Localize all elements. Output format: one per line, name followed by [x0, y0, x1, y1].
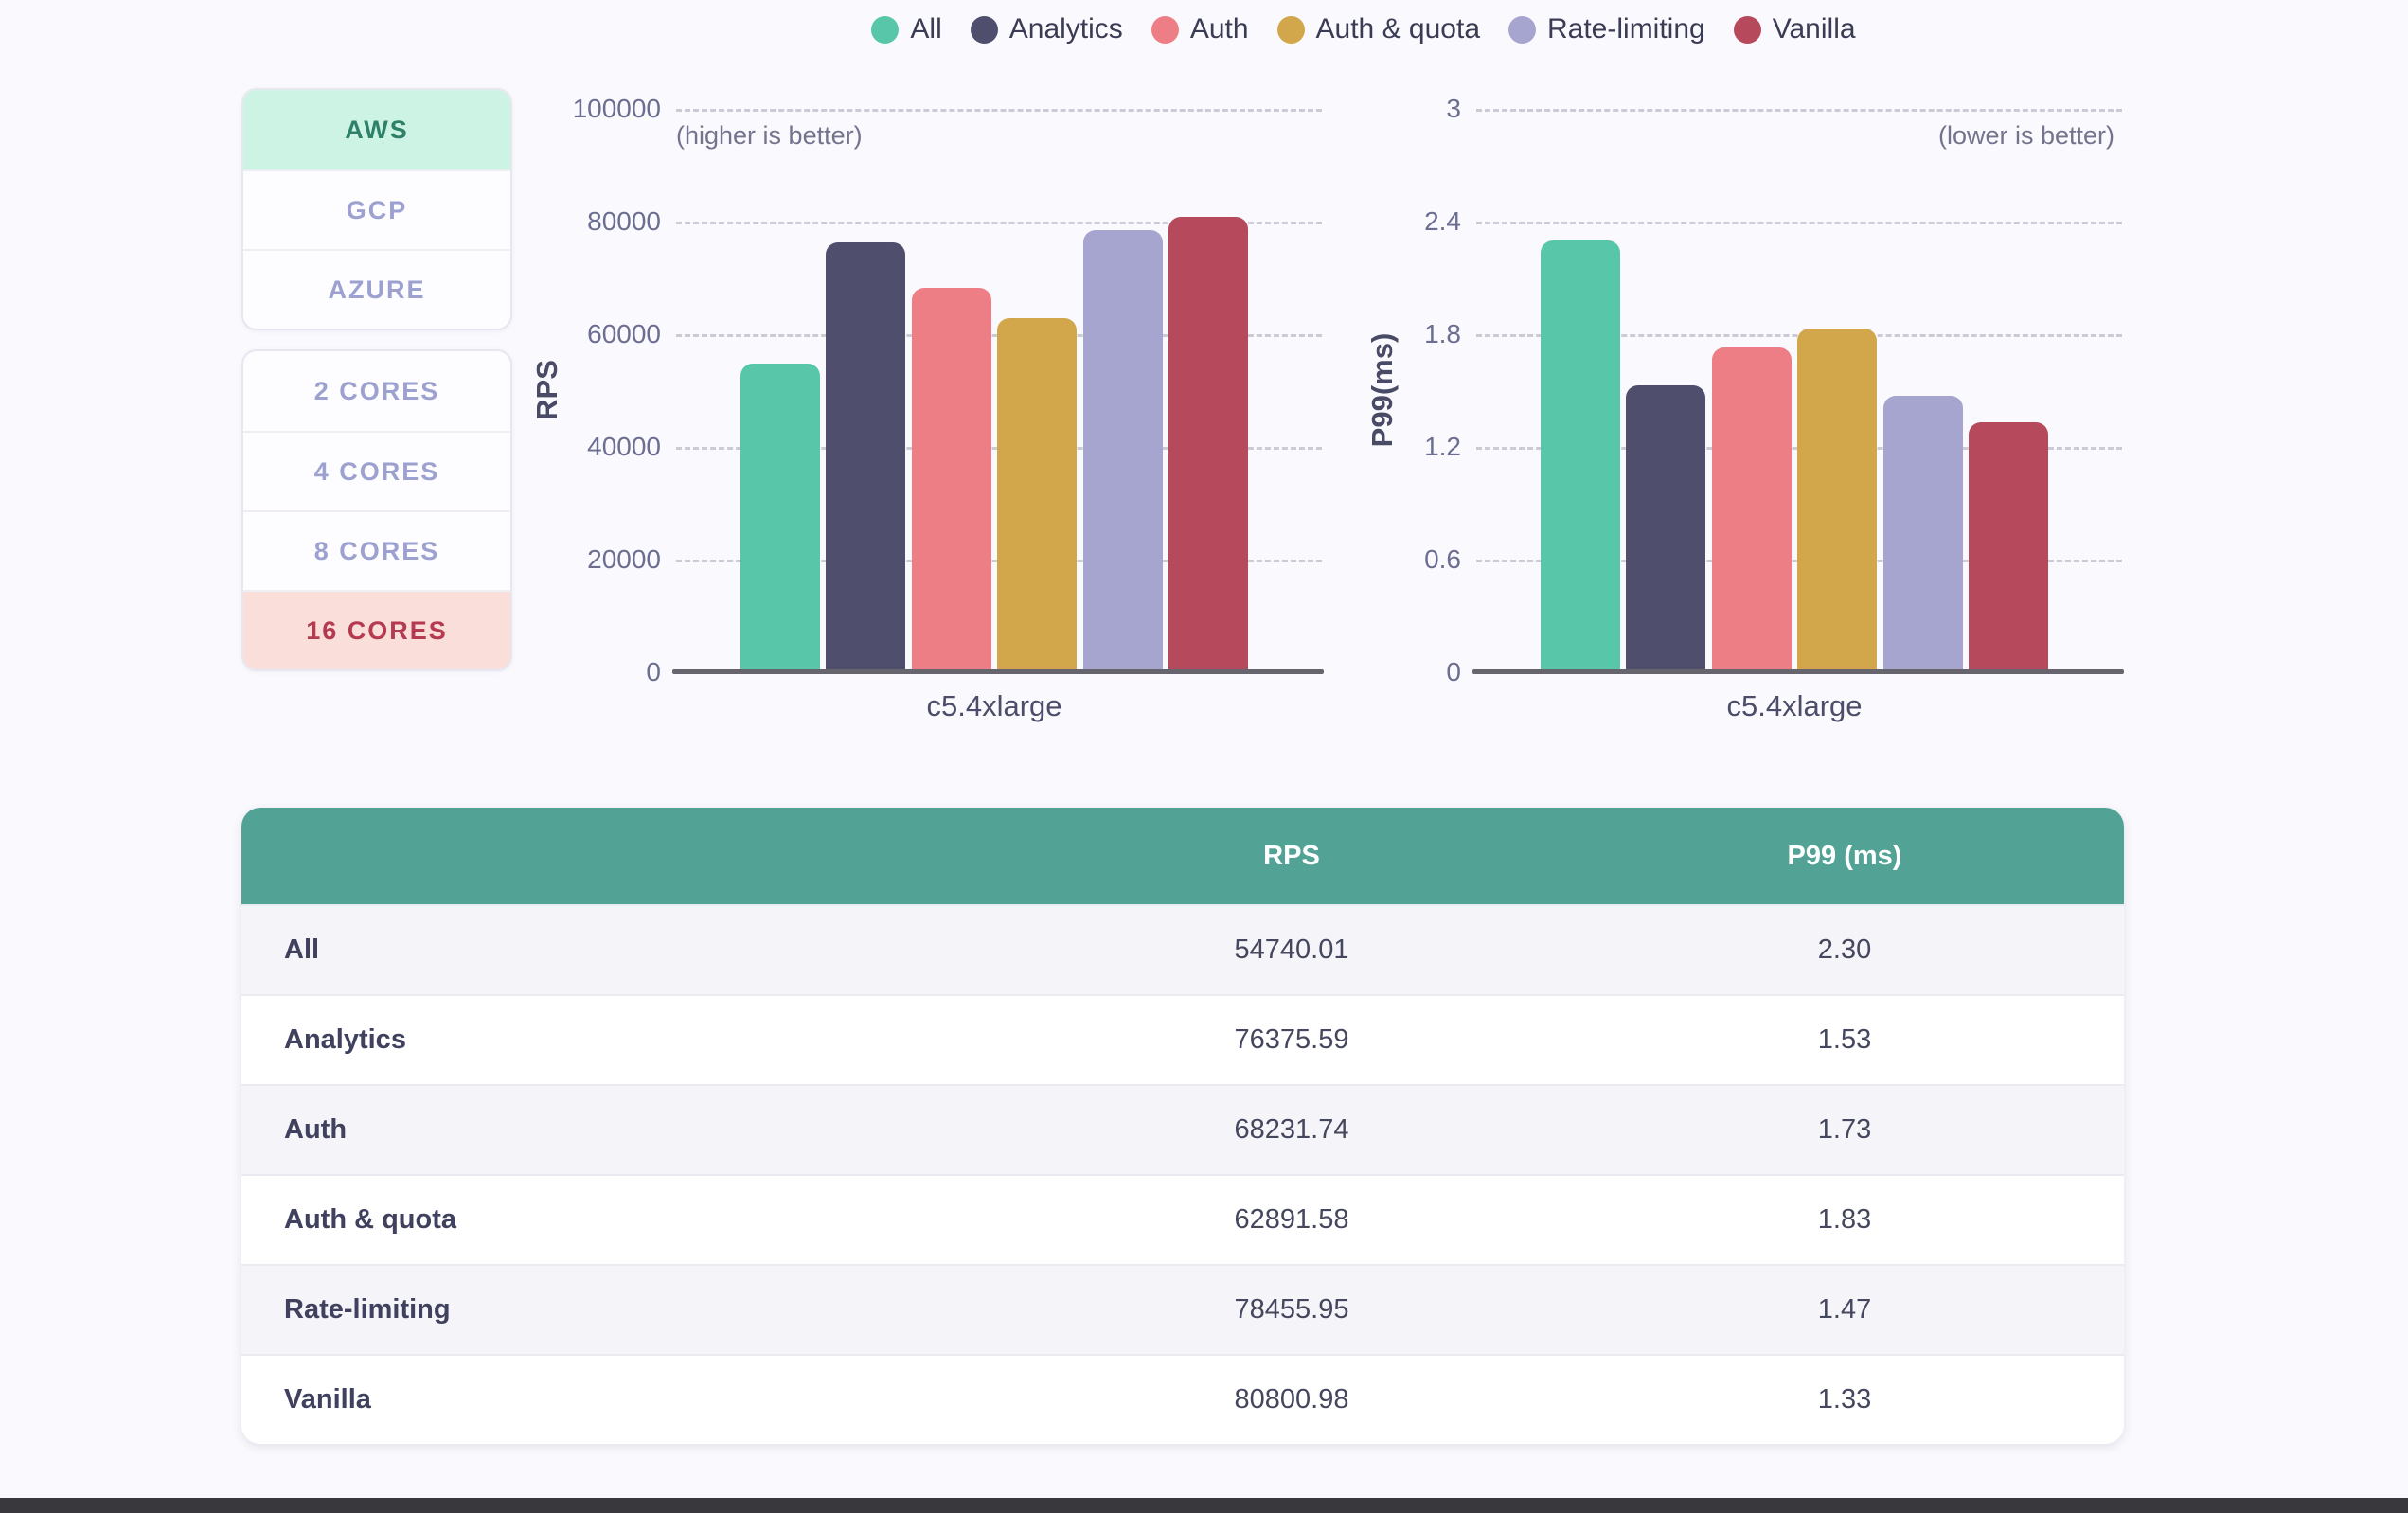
- bar-all: [1541, 240, 1620, 672]
- bottom-bar: [0, 1498, 2408, 1513]
- table-row: Auth & quota62891.581.83: [241, 1174, 2124, 1264]
- row-label: Auth & quota: [241, 1204, 1018, 1236]
- bar-analytics: [826, 242, 905, 672]
- row-label: All: [241, 934, 1018, 966]
- sidebar-group-cores: 2 CORES4 CORES8 CORES16 CORES: [241, 349, 512, 671]
- p99-value: 1.47: [1565, 1294, 2124, 1326]
- bar-analytics: [1626, 385, 1705, 672]
- sidebar-item-gcp[interactable]: GCP: [243, 169, 510, 249]
- y-tick-label: 20000: [530, 543, 661, 577]
- bar-vanilla: [1969, 422, 2048, 672]
- sidebar-item-4-cores[interactable]: 4 CORES: [243, 431, 510, 510]
- y-tick-label: 40000: [530, 430, 661, 464]
- results-table: RPSP99 (ms) All54740.012.30Analytics7637…: [241, 808, 2124, 1444]
- table-header-cell: P99 (ms): [1565, 841, 2124, 872]
- bar-rate-limiting: [1883, 396, 1963, 672]
- y-tick-label: 0.6: [1330, 543, 1461, 577]
- row-label: Vanilla: [241, 1384, 1018, 1415]
- y-tick-label: 60000: [530, 317, 661, 351]
- row-label: Analytics: [241, 1024, 1018, 1056]
- p99-chart: P99(ms) (lower is better) c5.4xlarge 00.…: [1330, 0, 2137, 748]
- rps-value: 68231.74: [1018, 1114, 1565, 1146]
- gridline: [1476, 222, 2122, 224]
- row-label: Rate-limiting: [241, 1294, 1018, 1326]
- y-tick-label: 1.8: [1330, 317, 1461, 351]
- y-axis-title: P99(ms): [1364, 248, 1401, 532]
- sidebar-item-aws[interactable]: AWS: [243, 90, 510, 169]
- bar-all: [740, 364, 820, 672]
- table-header-cell: RPS: [1018, 841, 1565, 872]
- rps-value: 80800.98: [1018, 1384, 1565, 1415]
- sidebar-item-16-cores[interactable]: 16 CORES: [243, 590, 510, 669]
- y-axis-title: RPS: [528, 248, 566, 532]
- x-axis-line: [1472, 669, 2124, 674]
- row-label: Auth: [241, 1114, 1018, 1146]
- plot-area: [674, 109, 1314, 672]
- rps-value: 54740.01: [1018, 934, 1565, 966]
- y-tick-label: 1.2: [1330, 430, 1461, 464]
- rps-value: 62891.58: [1018, 1204, 1565, 1236]
- p99-value: 1.53: [1565, 1024, 2124, 1056]
- bar-rate-limiting: [1083, 230, 1163, 672]
- bar-vanilla: [1168, 217, 1248, 672]
- sidebar-group-provider: AWSGCPAZURE: [241, 88, 512, 330]
- sidebar-item-2-cores[interactable]: 2 CORES: [243, 351, 510, 431]
- gridline: [1476, 109, 2122, 112]
- x-axis-line: [672, 669, 1324, 674]
- p99-value: 1.83: [1565, 1204, 2124, 1236]
- sidebar-item-8-cores[interactable]: 8 CORES: [243, 510, 510, 590]
- y-tick-label: 0: [530, 655, 661, 689]
- table-header-row: RPSP99 (ms): [241, 808, 2124, 904]
- sidebar-item-azure[interactable]: AZURE: [243, 249, 510, 329]
- p99-value: 1.73: [1565, 1114, 2124, 1146]
- table-row: Auth68231.741.73: [241, 1084, 2124, 1174]
- p99-value: 2.30: [1565, 934, 2124, 966]
- bar-auth-quota: [997, 318, 1077, 672]
- x-category-label: c5.4xlarge: [1474, 689, 2114, 723]
- rps-value: 76375.59: [1018, 1024, 1565, 1056]
- p99-value: 1.33: [1565, 1384, 2124, 1415]
- y-tick-label: 0: [1330, 655, 1461, 689]
- bar-auth: [1712, 347, 1792, 672]
- bar-auth-quota: [1797, 329, 1877, 672]
- rps-value: 78455.95: [1018, 1294, 1565, 1326]
- table-body: All54740.012.30Analytics76375.591.53Auth…: [241, 904, 2124, 1444]
- y-tick-label: 3: [1330, 92, 1461, 126]
- y-tick-label: 100000: [530, 92, 661, 126]
- y-tick-label: 2.4: [1330, 205, 1461, 239]
- y-tick-label: 80000: [530, 205, 661, 239]
- table-row: Analytics76375.591.53: [241, 994, 2124, 1084]
- gridline: [676, 109, 1322, 112]
- bar-auth: [912, 288, 991, 672]
- rps-chart: RPS (higher is better) c5.4xlarge 020000…: [530, 0, 1337, 748]
- x-category-label: c5.4xlarge: [674, 689, 1314, 723]
- plot-area: [1474, 109, 2114, 672]
- table-row: Vanilla80800.981.33: [241, 1354, 2124, 1444]
- table-row: All54740.012.30: [241, 904, 2124, 994]
- table-row: Rate-limiting78455.951.47: [241, 1264, 2124, 1354]
